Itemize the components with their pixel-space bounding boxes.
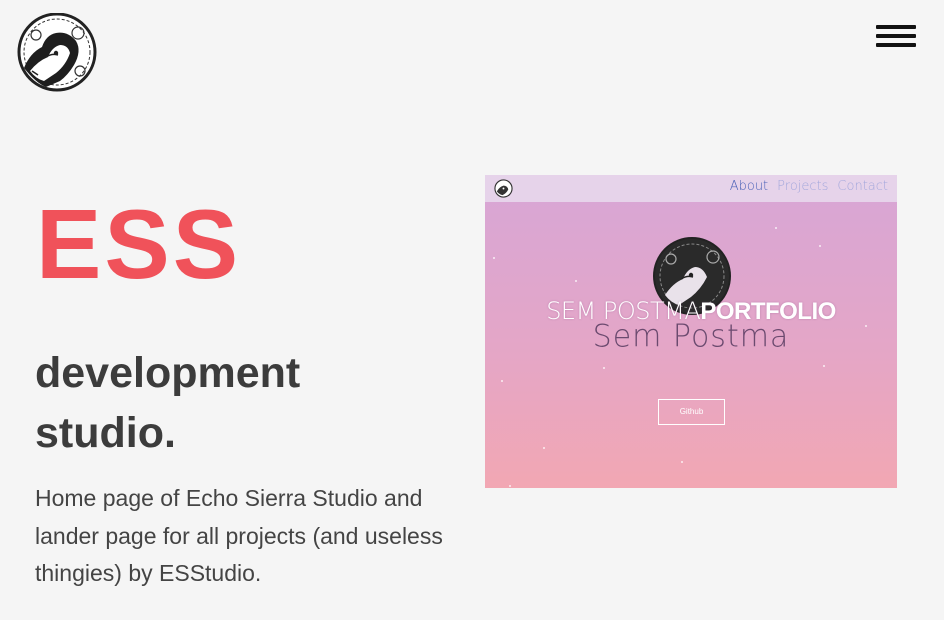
preview-github-button[interactable]: Github <box>658 399 725 425</box>
star <box>775 227 777 229</box>
brand-title: ESS <box>36 189 242 299</box>
star <box>493 257 495 259</box>
preview-navbar: About Projects Contact <box>485 175 897 202</box>
star <box>603 367 605 369</box>
dog-emblem-logo-icon <box>17 12 97 92</box>
dog-avatar-icon <box>494 179 513 198</box>
tagline: development studio. <box>35 349 301 457</box>
preview-nav-projects[interactable]: Projects <box>777 179 828 194</box>
star <box>823 365 825 367</box>
menu-bar <box>876 25 916 29</box>
preview-nav-links: About Projects Contact <box>730 179 888 194</box>
star <box>509 485 511 487</box>
hamburger-menu-icon[interactable] <box>876 25 916 47</box>
star <box>501 380 503 382</box>
menu-bar <box>876 34 916 38</box>
star <box>543 447 545 449</box>
preview-nav-about[interactable]: About <box>730 179 768 194</box>
site-logo[interactable] <box>16 12 98 93</box>
preview-nav-contact[interactable]: Contact <box>837 179 888 194</box>
star <box>575 280 577 282</box>
description: Home page of Echo Sierra Studio and land… <box>35 485 443 586</box>
preview-subtitle: Sem Postma <box>592 318 790 355</box>
menu-bar <box>876 43 916 47</box>
star <box>681 461 683 463</box>
star <box>819 245 821 247</box>
project-preview-card[interactable]: About Projects Contact SEM POSTMAPORTFOL… <box>485 175 897 488</box>
